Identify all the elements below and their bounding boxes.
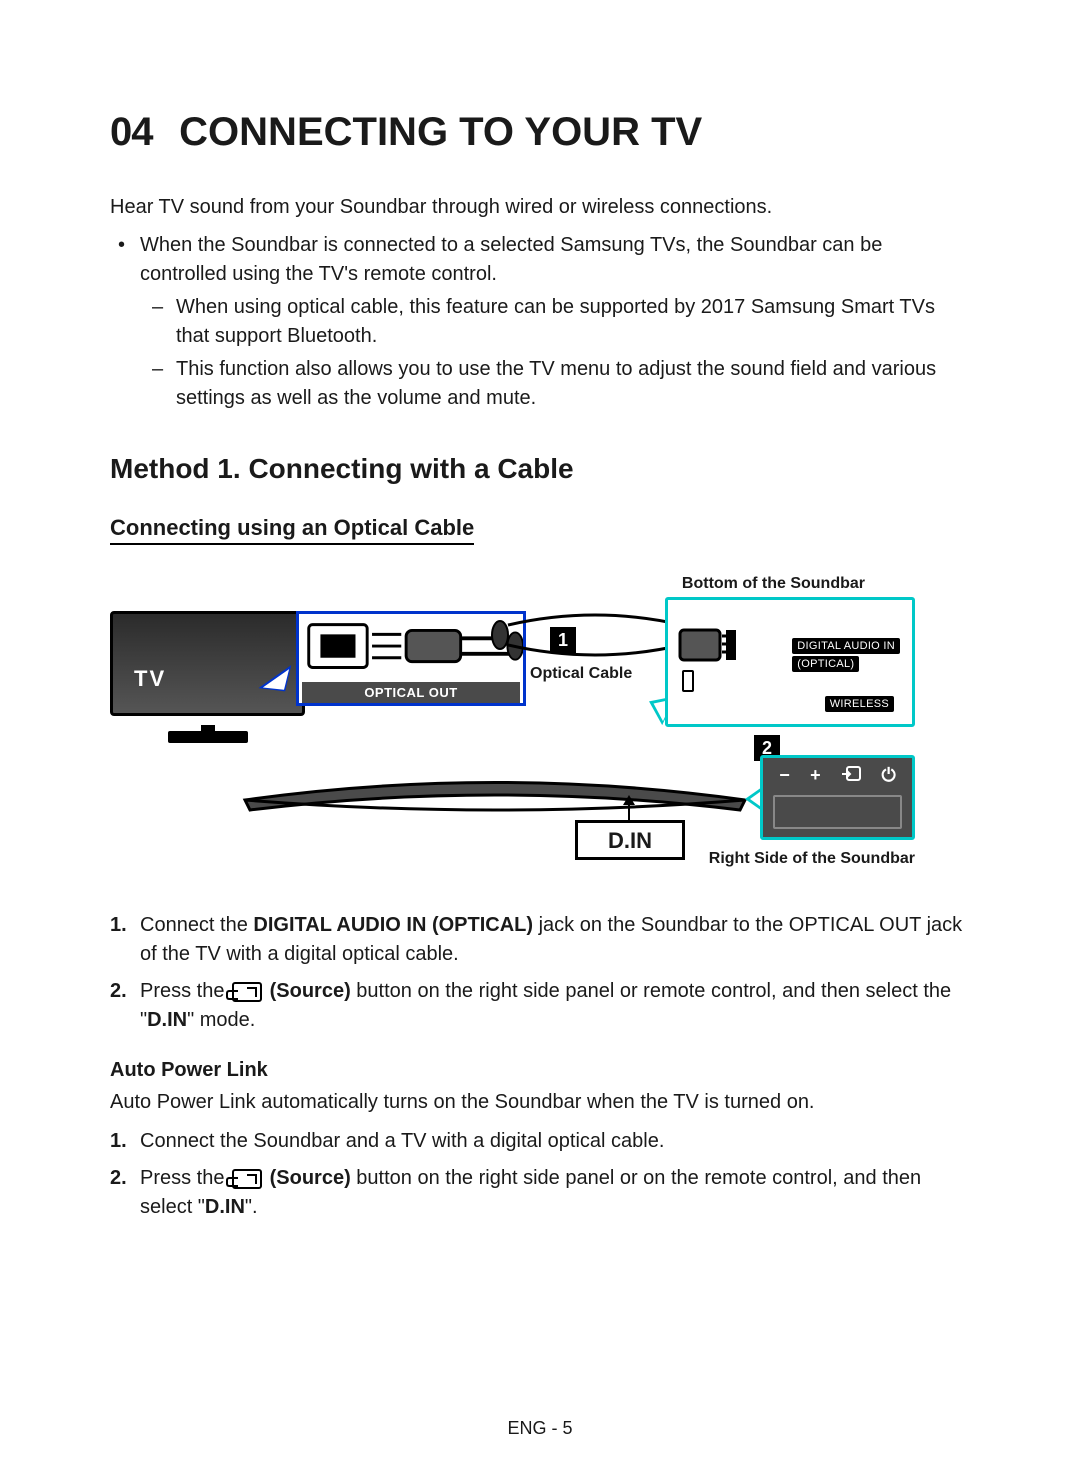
apl-steps: 1. Connect the Soundbar and a TV with a … bbox=[110, 1127, 970, 1222]
section-title: CONNECTING TO YOUR TV bbox=[179, 110, 702, 154]
step-item: 1. Connect the DIGITAL AUDIO IN (OPTICAL… bbox=[140, 911, 970, 969]
step-text: Press the bbox=[140, 1167, 230, 1189]
sub-heading: Connecting using an Optical Cable bbox=[110, 515, 970, 545]
soundbar-bottom-inner: DIGITAL AUDIO IN (OPTICAL) WIRELESS bbox=[674, 606, 906, 718]
step-number: 2. bbox=[110, 977, 127, 1006]
step-text-bold: D.IN bbox=[205, 1196, 245, 1218]
volume-down-icon: − bbox=[779, 766, 790, 784]
intro-bullets: When the Soundbar is connected to a sele… bbox=[110, 231, 970, 413]
tv-stand bbox=[168, 731, 248, 743]
step-item: 2. Press the (Source) button on the righ… bbox=[140, 977, 970, 1035]
dash-item: This function also allows you to use the… bbox=[176, 355, 970, 413]
section-heading: 04 CONNECTING TO YOUR TV bbox=[110, 110, 970, 155]
volume-up-icon: + bbox=[810, 766, 821, 784]
step-item: 1. Connect the Soundbar and a TV with a … bbox=[140, 1127, 970, 1156]
step-text: Connect the bbox=[140, 914, 253, 936]
dash-list: When using optical cable, this feature c… bbox=[140, 293, 970, 413]
wireless-label: WIRELESS bbox=[825, 694, 894, 712]
optical-cable-label: Optical Cable bbox=[530, 665, 632, 683]
din-pointer-line bbox=[628, 800, 630, 822]
step-text-bold: D.IN bbox=[147, 1009, 187, 1031]
step-number: 1. bbox=[110, 911, 127, 940]
step-text: ". bbox=[245, 1196, 258, 1218]
power-icon: ⏻ bbox=[882, 766, 896, 784]
bullet-text: When the Soundbar is connected to a sele… bbox=[140, 234, 882, 285]
sub-heading-text: Connecting using an Optical Cable bbox=[110, 515, 474, 545]
step-number: 2. bbox=[110, 1164, 127, 1193]
soundbar-svg bbox=[240, 760, 750, 815]
section-number: 04 bbox=[110, 110, 153, 154]
source-icon bbox=[232, 1169, 262, 1189]
soundbar-illustration bbox=[240, 760, 750, 815]
connection-diagram: Bottom of the Soundbar TV OPTICAL OUT 1 … bbox=[110, 575, 970, 885]
optical-out-label: OPTICAL OUT bbox=[302, 682, 520, 703]
source-icon bbox=[232, 982, 262, 1002]
wireless-text: WIRELESS bbox=[825, 696, 894, 712]
method-heading: Method 1. Connecting with a Cable bbox=[110, 453, 970, 485]
digital-audio-in-text1: DIGITAL AUDIO IN bbox=[792, 638, 900, 654]
auto-power-link-text: Auto Power Link automatically turns on t… bbox=[110, 1088, 970, 1117]
step-item: 2. Press the (Source) button on the righ… bbox=[140, 1164, 970, 1222]
tv-illustration: TV bbox=[110, 611, 305, 731]
soundbar-right-side-callout: − + ⏻ bbox=[760, 755, 915, 840]
step-text: " mode. bbox=[187, 1009, 255, 1031]
intro-text: Hear TV sound from your Soundbar through… bbox=[110, 193, 970, 221]
step-text: Press the bbox=[140, 980, 230, 1002]
step-text: Connect the Soundbar and a TV with a dig… bbox=[140, 1130, 664, 1152]
step-text-bold: DIGITAL AUDIO IN (OPTICAL) bbox=[253, 914, 533, 936]
auto-power-link-heading: Auto Power Link bbox=[110, 1059, 970, 1082]
bullet-item: When the Soundbar is connected to a sele… bbox=[140, 231, 970, 413]
right-side-screen bbox=[773, 795, 902, 829]
digital-audio-in-text2: (OPTICAL) bbox=[792, 656, 859, 672]
tv-screen bbox=[110, 611, 305, 716]
step-text-bold: (Source) bbox=[264, 1167, 351, 1189]
bottom-soundbar-label: Bottom of the Soundbar bbox=[682, 575, 865, 593]
dash-item: When using optical cable, this feature c… bbox=[176, 293, 970, 351]
optical-in-port-icon bbox=[678, 628, 738, 664]
digital-audio-in-label: DIGITAL AUDIO IN (OPTICAL) bbox=[792, 636, 900, 672]
soundbar-bottom-callout: DIGITAL AUDIO IN (OPTICAL) WIRELESS bbox=[665, 597, 915, 727]
source-button-icon bbox=[841, 766, 861, 785]
step-number: 1. bbox=[110, 1127, 127, 1156]
wireless-port-icon bbox=[682, 670, 694, 692]
right-side-label: Right Side of the Soundbar bbox=[709, 850, 915, 868]
tv-label: TV bbox=[134, 666, 166, 692]
din-display: D.IN bbox=[575, 820, 685, 860]
connection-steps: 1. Connect the DIGITAL AUDIO IN (OPTICAL… bbox=[110, 911, 970, 1035]
page-number: ENG - 5 bbox=[0, 1418, 1080, 1439]
step-text-bold: (Source) bbox=[264, 980, 351, 1002]
